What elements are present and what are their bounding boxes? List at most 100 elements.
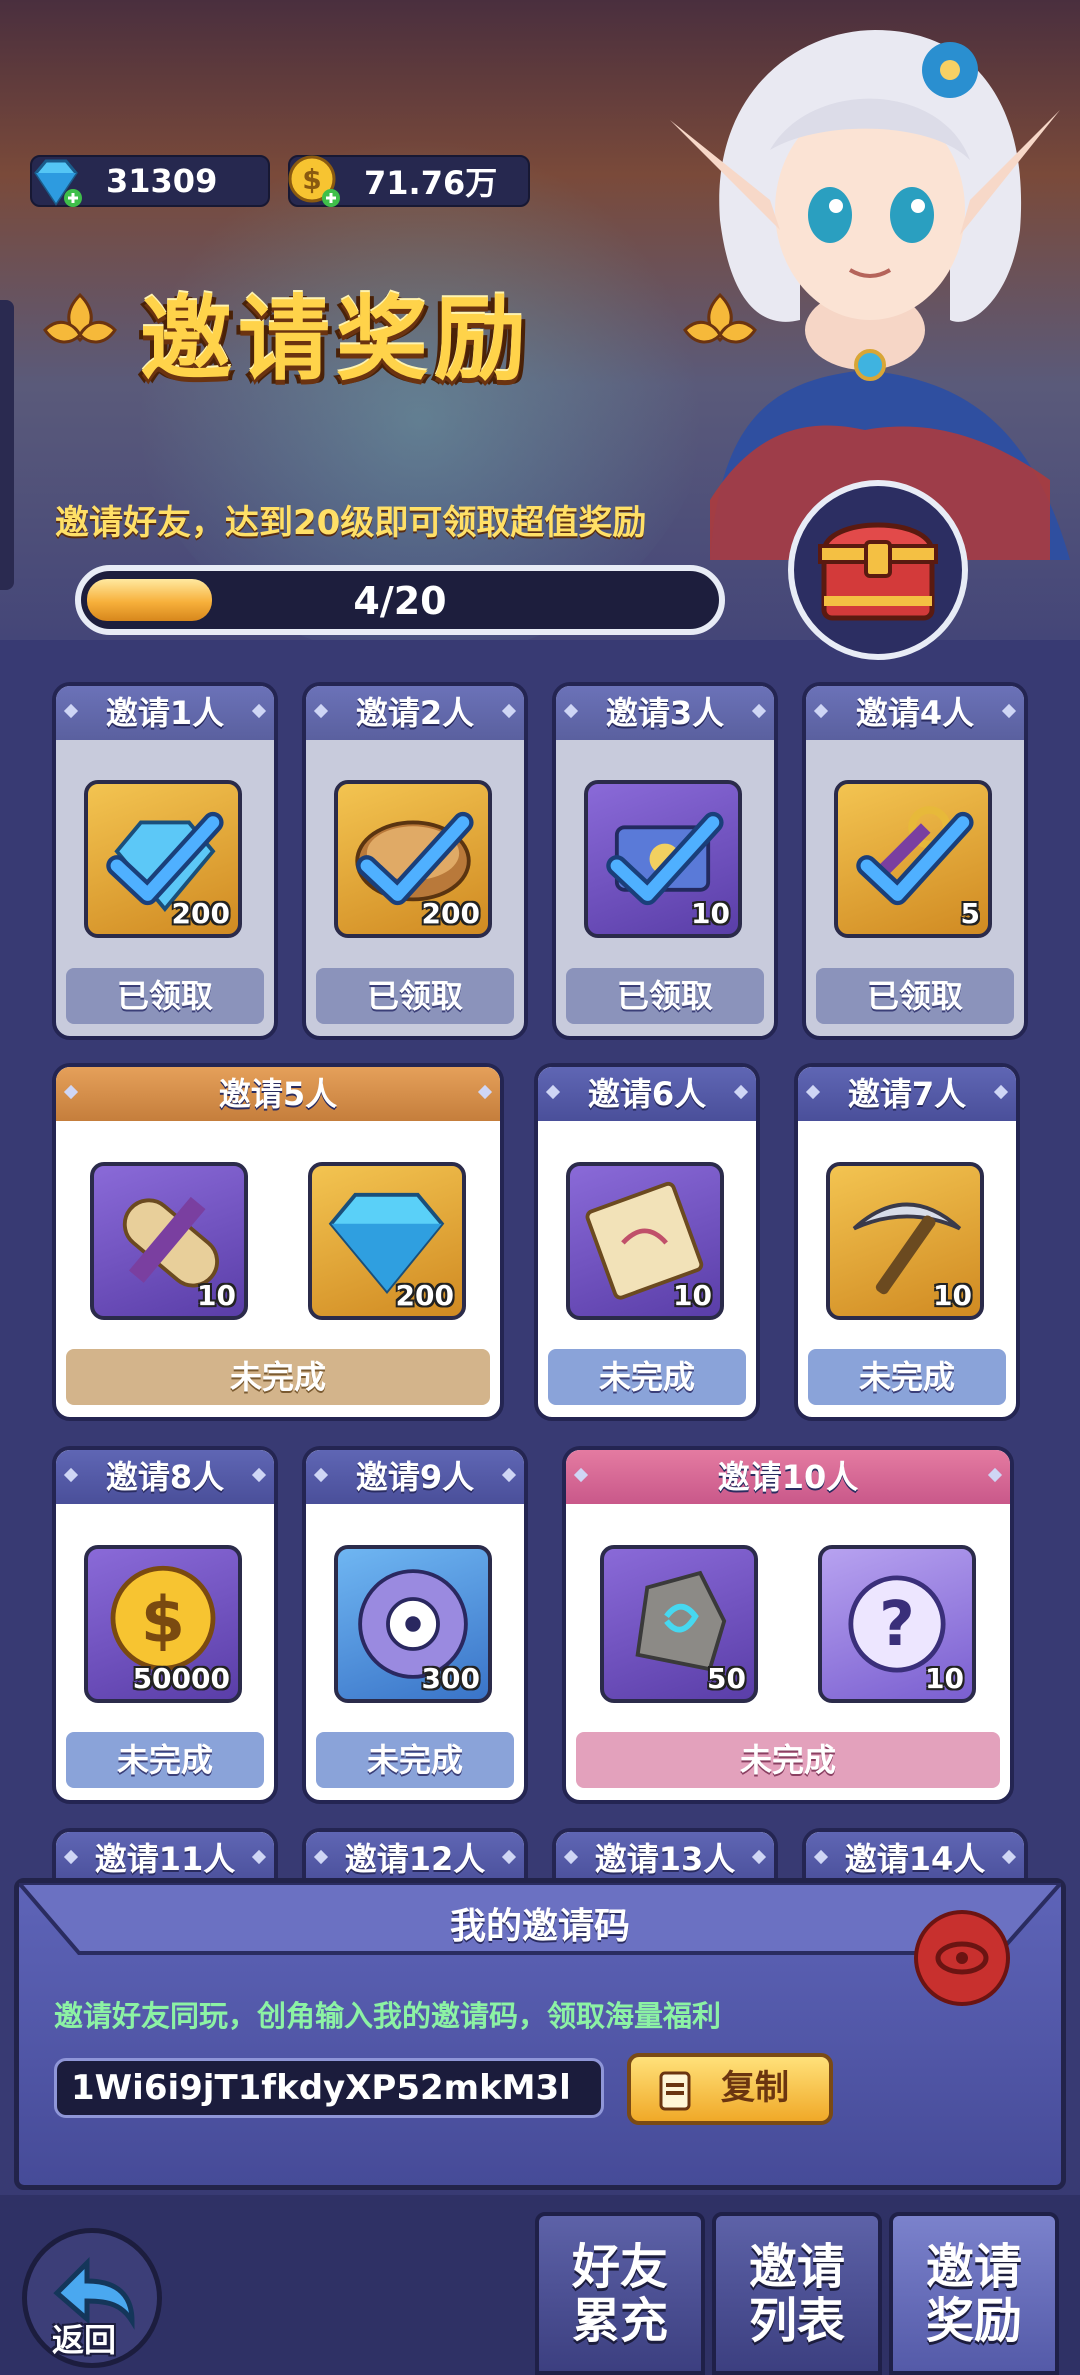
decor-diamond: [1001, 703, 1017, 719]
decor-diamond: [545, 1084, 561, 1100]
reward-item[interactable]: 10: [90, 1162, 248, 1320]
decor-diamond: [313, 1849, 329, 1865]
decor-diamond: [501, 1849, 517, 1865]
decor-diamond: [63, 1849, 79, 1865]
tab-label: 好友 累充: [571, 2238, 668, 2349]
reward-quantity: 10: [673, 1279, 712, 1312]
decor-diamond: [805, 1084, 821, 1100]
reward-card-label: 邀请2人: [355, 694, 475, 732]
decor-diamond: [987, 1467, 1003, 1483]
side-handle: [0, 300, 14, 590]
back-label: 返回: [52, 2321, 117, 2359]
tab-friend-recharge[interactable]: 好友 累充: [535, 2212, 705, 2375]
reward-item[interactable]: 200: [334, 780, 492, 938]
decor-diamond: [573, 1467, 589, 1483]
tab-label: 邀请 奖励: [925, 2238, 1022, 2349]
reward-card-header: 邀请9人: [306, 1450, 524, 1504]
decor-diamond: [501, 703, 517, 719]
decor-diamond: [63, 703, 79, 719]
reward-card-label: 邀请11人: [94, 1840, 236, 1878]
copy-label: 复制: [721, 2068, 789, 2108]
reward-card-label: 邀请12人: [344, 1840, 486, 1878]
document-icon: [659, 2071, 691, 2111]
reward-quantity: 50000: [132, 1662, 230, 1695]
reward-quantity: 10: [691, 897, 730, 930]
reward-card-label: 邀请7人: [847, 1075, 967, 1113]
fleur-right-icon: [683, 292, 757, 344]
reward-item[interactable]: 10: [584, 780, 742, 938]
diamond-plus-icon: [34, 159, 82, 207]
decor-diamond: [63, 1467, 79, 1483]
reward-quantity: 200: [421, 897, 480, 930]
reward-item[interactable]: 5: [834, 780, 992, 938]
copy-button[interactable]: 复制: [627, 2053, 833, 2125]
reward-card-header: 邀请3人: [556, 686, 774, 740]
reward-card-header: 邀请2人: [306, 686, 524, 740]
tab-invite-list[interactable]: 邀请 列表: [712, 2212, 882, 2375]
reward-status: 未完成: [316, 1732, 514, 1788]
reward-card-label: 邀请8人: [105, 1458, 225, 1496]
tab-invite-rewards[interactable]: 邀请 奖励: [889, 2212, 1059, 2375]
decor-diamond: [1001, 1849, 1017, 1865]
reward-item[interactable]: 10: [566, 1162, 724, 1320]
reward-quantity: 50: [707, 1662, 746, 1695]
reward-quantity: 10: [933, 1279, 972, 1312]
reward-item[interactable]: $50000: [84, 1545, 242, 1703]
decor-diamond: [313, 703, 329, 719]
decor-diamond: [251, 703, 267, 719]
reward-card-header: 邀请1人: [56, 686, 274, 740]
reward-card-label: 邀请13人: [594, 1840, 736, 1878]
reward-status: 已领取: [566, 968, 764, 1024]
gold-coin-plus-icon: $: [288, 155, 340, 207]
decor-diamond: [751, 703, 767, 719]
treasure-chest-icon: [818, 522, 938, 621]
reward-card-header: 邀请5人: [56, 1067, 500, 1121]
invite-code-field[interactable]: 1Wi6i9jT1fkdyXP52mkM3l: [54, 2058, 604, 2118]
wax-seal-icon: [914, 1910, 1010, 2006]
decor-diamond: [313, 1467, 329, 1483]
reward-card-header: 邀请7人: [798, 1067, 1016, 1121]
decor-diamond: [751, 1849, 767, 1865]
reward-card-label: 邀请14人: [844, 1840, 986, 1878]
decor-diamond: [563, 703, 579, 719]
reward-status: 未完成: [548, 1349, 746, 1405]
fleur-left-icon: [43, 292, 117, 344]
reward-card-header: 邀请6人: [538, 1067, 756, 1121]
reward-status: 未完成: [576, 1732, 1000, 1788]
decor-diamond: [63, 1084, 79, 1100]
reward-status: 已领取: [816, 968, 1014, 1024]
invite-code-description: 邀请好友同玩，创角输入我的邀请码，领取海量福利: [54, 1999, 722, 2033]
reward-item[interactable]: 10: [826, 1162, 984, 1320]
reward-status: 未完成: [808, 1349, 1006, 1405]
decor-diamond: [993, 1084, 1009, 1100]
reward-status: 未完成: [66, 1349, 490, 1405]
decor-diamond: [813, 1849, 829, 1865]
reward-card-label: 邀请5人: [218, 1075, 338, 1113]
reward-item[interactable]: ? 10: [818, 1545, 976, 1703]
reward-card-header: 邀请4人: [806, 686, 1024, 740]
svg-text:?: ?: [879, 1588, 915, 1660]
reward-card-label: 邀请1人: [105, 694, 225, 732]
reward-status: 已领取: [66, 968, 264, 1024]
svg-text:$: $: [141, 1582, 185, 1656]
reward-item[interactable]: 300: [334, 1545, 492, 1703]
reward-quantity: 300: [421, 1662, 480, 1695]
reward-item[interactable]: 50: [600, 1545, 758, 1703]
tab-label: 邀请 列表: [748, 2238, 845, 2349]
decor-diamond: [251, 1467, 267, 1483]
svg-text:$: $: [302, 163, 321, 196]
reward-item[interactable]: 200: [84, 780, 242, 938]
progress-text: 4/20: [353, 579, 447, 623]
reward-item[interactable]: 200: [308, 1162, 466, 1320]
decor-diamond: [477, 1084, 493, 1100]
treasure-chest-button[interactable]: [788, 480, 968, 660]
gem-balance[interactable]: 31309: [30, 155, 270, 207]
decor-diamond: [501, 1467, 517, 1483]
reward-card-label: 邀请9人: [355, 1458, 475, 1496]
subtitle: 邀请好友，达到20级即可领取超值奖励: [55, 503, 647, 543]
reward-card-label: 邀请6人: [587, 1075, 707, 1113]
gold-balance[interactable]: $ 71.76万: [288, 155, 530, 207]
decor-diamond: [733, 1084, 749, 1100]
reward-quantity: 200: [395, 1279, 454, 1312]
decor-diamond: [251, 1849, 267, 1865]
